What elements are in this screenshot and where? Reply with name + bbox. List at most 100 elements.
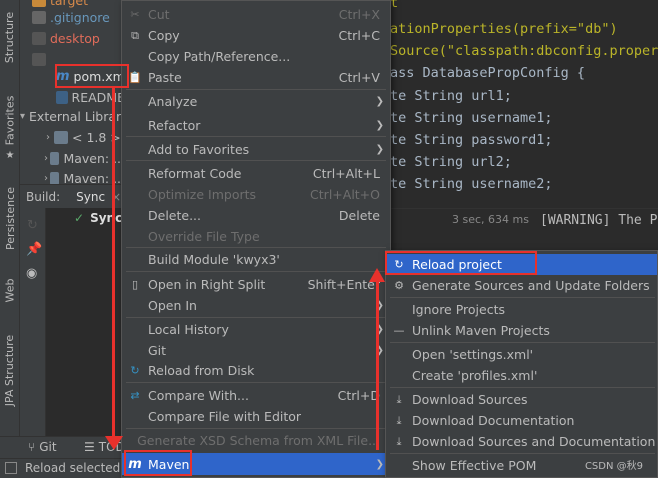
menu-item-cut[interactable]: ✂ Cut Ctrl+X bbox=[122, 4, 390, 25]
code-line: te String url2; bbox=[390, 154, 512, 170]
list-icon: ☰ bbox=[84, 440, 95, 454]
code-line: te String username1; bbox=[390, 110, 553, 126]
submenu-item-unlink-maven-projects[interactable]: — Unlink Maven Projects bbox=[386, 320, 657, 341]
maven-submenu: ↻ Reload project ⚙ Generate Sources and Up… bbox=[385, 250, 658, 478]
chevron-right-icon[interactable]: › bbox=[42, 132, 54, 143]
maven-icon: m bbox=[128, 456, 142, 472]
menu-item-copy[interactable]: ⧉ Copy Ctrl+C bbox=[122, 25, 390, 46]
menu-item-build-module[interactable]: Build Module 'kwyx3' bbox=[122, 249, 390, 270]
chevron-right-icon[interactable]: › bbox=[42, 173, 50, 184]
menu-item-reload-from-disk[interactable]: ↻ Reload from Disk bbox=[122, 360, 390, 381]
code-line: ass DatabasePropConfig { bbox=[390, 65, 586, 81]
library-icon bbox=[50, 172, 60, 184]
menu-divider bbox=[126, 160, 386, 161]
annotation-arrow-line bbox=[376, 280, 379, 450]
menu-item-local-history[interactable]: Local History ❯ bbox=[122, 319, 390, 340]
panel-toggle-icon[interactable] bbox=[5, 462, 17, 474]
submenu-item-download-documentation[interactable]: ⤓ Download Documentation bbox=[386, 410, 657, 431]
chevron-right-icon[interactable]: › bbox=[42, 153, 50, 164]
menu-item-add-to-favorites[interactable]: Add to Favorites ❯ bbox=[122, 139, 390, 160]
submenu-item-generate-sources[interactable]: ⚙ Generate Sources and Update Folders bbox=[386, 275, 657, 296]
code-line: te String username2; bbox=[390, 176, 553, 192]
menu-item-refactor[interactable]: Refactor ❯ bbox=[122, 115, 390, 136]
eye-icon[interactable]: ◉ bbox=[26, 266, 37, 281]
menu-item-open-in[interactable]: Open In ❯ bbox=[122, 295, 390, 316]
menu-item-analyze[interactable]: Analyze ❯ bbox=[122, 91, 390, 112]
menu-item-generate-xsd[interactable]: Generate XSD Schema from XML File... bbox=[122, 430, 390, 451]
watermark: CSDN @秋9 bbox=[584, 461, 643, 472]
tree-item-desktop[interactable]: desktop bbox=[20, 28, 125, 49]
folder-icon bbox=[32, 0, 46, 7]
star-icon: ★ bbox=[5, 149, 15, 161]
git-tab[interactable]: ⑂ Git bbox=[28, 440, 57, 454]
submenu-item-open-settings[interactable]: Open 'settings.xml' bbox=[386, 344, 657, 365]
compare-icon: ⇄ bbox=[130, 389, 140, 402]
tree-item-external-libraries[interactable]: ▾External Libraries bbox=[20, 106, 125, 127]
markdown-icon bbox=[56, 91, 68, 104]
build-tool-header: Build: Sync × bbox=[20, 184, 125, 208]
menu-divider bbox=[126, 89, 386, 90]
annotation-arrow-line bbox=[112, 88, 115, 443]
menu-item-git[interactable]: Git ❯ bbox=[122, 340, 390, 361]
sync-row[interactable]: ✓ Sync: bbox=[74, 211, 127, 225]
pin-icon[interactable]: 📌 bbox=[26, 242, 42, 257]
context-menu: ✂ Cut Ctrl+X ⧉ Copy Ctrl+C Copy Path/Referen… bbox=[121, 0, 391, 478]
menu-item-optimize-imports[interactable]: Optimize Imports Ctrl+Alt+O bbox=[122, 184, 390, 205]
chevron-right-icon: ❯ bbox=[375, 144, 384, 155]
reload-icon: ↻ bbox=[394, 258, 404, 271]
structure-tab[interactable]: Structure bbox=[2, 2, 18, 72]
git-branch-icon: ⑂ bbox=[28, 440, 36, 454]
tree-item-gitignore[interactable]: .gitignore bbox=[20, 7, 125, 28]
submenu-item-ignore-projects[interactable]: Ignore Projects bbox=[386, 299, 657, 320]
menu-divider bbox=[126, 271, 386, 272]
file-icon bbox=[32, 11, 46, 24]
menu-divider bbox=[126, 317, 386, 318]
download-icon: ⤓ bbox=[396, 434, 402, 448]
code-line: Source("classpath:dbconfig.propert bbox=[390, 43, 658, 59]
menu-item-compare-file-with-editor[interactable]: Compare File with Editor bbox=[122, 406, 390, 427]
refresh-icon[interactable]: ↻ bbox=[27, 218, 38, 233]
persistence-tab[interactable]: Persistence bbox=[2, 180, 18, 256]
submenu-item-create-profiles[interactable]: Create 'profiles.xml' bbox=[386, 365, 657, 386]
menu-divider bbox=[390, 297, 655, 298]
menu-divider bbox=[126, 428, 386, 429]
menu-item-override-file-type[interactable]: Override File Type bbox=[122, 226, 390, 247]
download-icon: ⤓ bbox=[396, 413, 402, 427]
sync-tab[interactable]: Sync bbox=[76, 190, 105, 204]
menu-divider bbox=[126, 136, 386, 137]
status-text: Reload selected bbox=[25, 461, 121, 475]
split-icon: ▯ bbox=[131, 278, 139, 291]
check-icon: ✓ bbox=[74, 211, 85, 225]
menu-item-open-in-right-split[interactable]: ▯ Open in Right Split Shift+Enter bbox=[122, 274, 390, 295]
chevron-right-icon: ❯ bbox=[375, 96, 384, 107]
web-tab[interactable]: Web bbox=[2, 270, 18, 310]
chevron-down-icon[interactable]: ▾ bbox=[20, 111, 25, 122]
generate-icon: ⚙ bbox=[394, 279, 404, 292]
menu-item-delete[interactable]: Delete... Delete bbox=[122, 205, 390, 226]
submenu-item-reload-project[interactable]: ↻ Reload project bbox=[386, 254, 657, 275]
chevron-right-icon: ❯ bbox=[375, 120, 384, 131]
menu-divider bbox=[390, 387, 655, 388]
menu-item-copy-path[interactable]: Copy Path/Reference... bbox=[122, 46, 390, 67]
build-time: 3 sec, 634 ms bbox=[452, 213, 529, 226]
cut-icon: ✂ bbox=[130, 8, 140, 21]
favorites-tab[interactable]: Favorites bbox=[2, 90, 18, 150]
menu-item-paste[interactable]: 📋 Paste Ctrl+V bbox=[122, 67, 390, 88]
menu-divider bbox=[390, 342, 655, 343]
menu-item-compare-with[interactable]: ⇄ Compare With... Ctrl+D bbox=[122, 385, 390, 406]
file-icon bbox=[32, 53, 46, 66]
tree-item-pom-xml[interactable]: m pom.xml bbox=[56, 66, 125, 87]
paste-icon: 📋 bbox=[128, 71, 142, 84]
minus-icon: — bbox=[393, 324, 405, 337]
code-editor[interactable]: t ationProperties(prefix="db") Source("c… bbox=[390, 0, 658, 208]
submenu-item-download-sources-and-docs[interactable]: ⤓ Download Sources and Documentation bbox=[386, 431, 657, 452]
tool-window-strip: Structure Favorites ★ Persistence Web JP… bbox=[0, 0, 20, 456]
menu-item-reformat-code[interactable]: Reformat Code Ctrl+Alt+L bbox=[122, 163, 390, 184]
annotation-arrow-head-up bbox=[369, 268, 385, 282]
code-line: t bbox=[390, 0, 399, 11]
download-icon: ⤓ bbox=[396, 392, 402, 406]
menu-item-maven[interactable]: m Maven ❯ bbox=[122, 453, 390, 475]
jpa-structure-tab[interactable]: JPA Structure bbox=[2, 330, 18, 410]
file-icon bbox=[32, 32, 46, 45]
submenu-item-download-sources[interactable]: ⤓ Download Sources bbox=[386, 389, 657, 410]
